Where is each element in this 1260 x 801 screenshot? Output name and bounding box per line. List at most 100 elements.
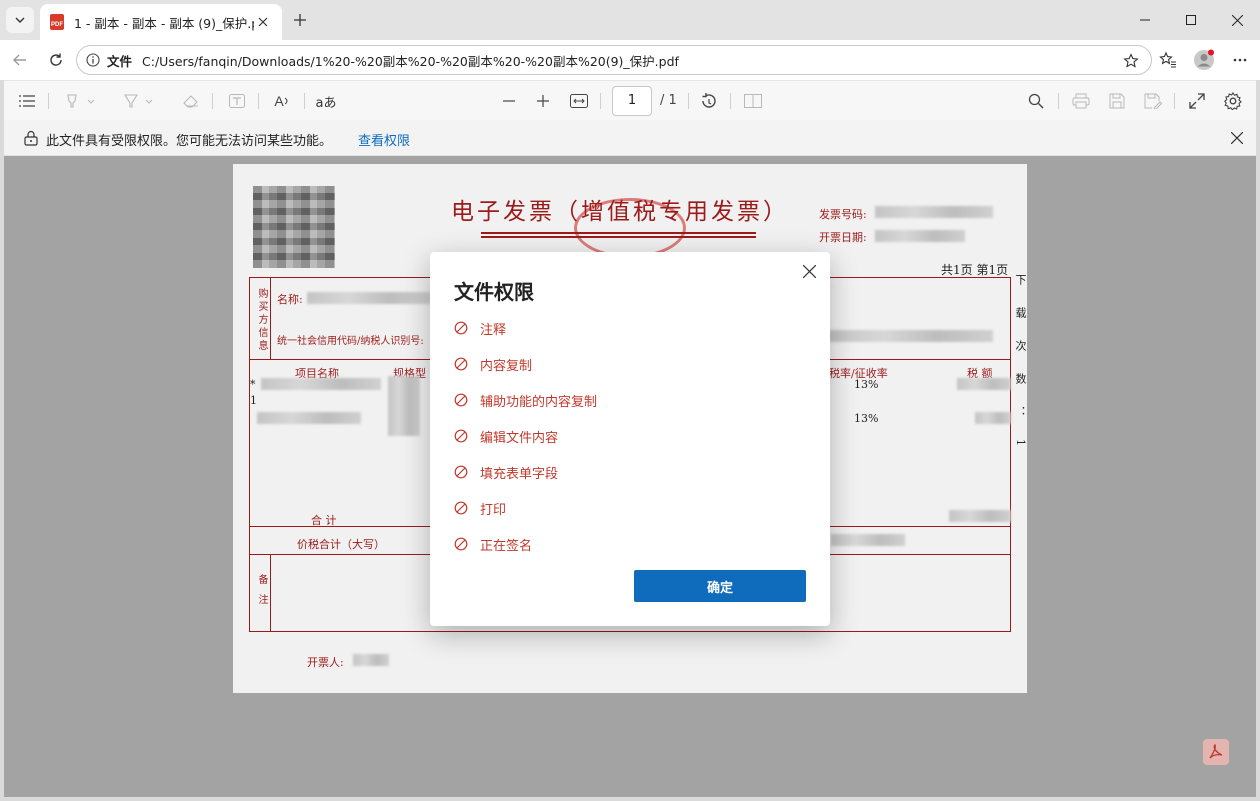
redacted-spec — [388, 376, 420, 436]
close-window-button[interactable] — [1214, 0, 1260, 40]
pdf-file-icon: PDF — [50, 14, 64, 30]
chevron-down-icon — [15, 17, 25, 23]
scheme-label: 文件 — [107, 53, 133, 69]
prohibited-icon — [454, 429, 468, 443]
close-icon — [258, 17, 268, 27]
ok-button[interactable]: 确定 — [634, 570, 806, 602]
page-view-button[interactable] — [742, 89, 764, 113]
redacted-tax-1 — [957, 378, 1011, 390]
printer-icon — [1072, 93, 1090, 109]
issue-date-label: 开票日期: — [819, 231, 867, 244]
download-count-strip: 下载次数：1 — [1014, 274, 1027, 468]
page-total: / 1 — [660, 93, 677, 108]
url-text[interactable]: C:/Users/fanqin/Downloads/1%20-%20副本%20-… — [142, 51, 679, 70]
search-button[interactable] — [1025, 89, 1047, 113]
star-icon — [1123, 53, 1139, 68]
tab-title: 1 - 副本 - 副本 - 副本 (9)_保护.pdf — [74, 15, 254, 31]
draw-button[interactable] — [118, 89, 158, 113]
permission-fill-forms: 填充表单字段 — [454, 462, 558, 482]
highlight-button[interactable] — [60, 89, 100, 113]
translate-button[interactable]: aあ — [314, 89, 338, 113]
more-horizontal-icon — [1233, 58, 1247, 62]
file-permissions-dialog: 文件权限 注释 内容复制 辅助功能的内容复制 编辑文件内容 填充表单字段 打印 … — [430, 252, 830, 626]
item-row-1-rate: 13% — [854, 378, 879, 391]
adobe-pdf-icon[interactable] — [1203, 739, 1229, 765]
new-tab-button[interactable] — [288, 8, 312, 32]
tab-strip: PDF 1 - 副本 - 副本 - 副本 (9)_保护.pdf — [0, 0, 1260, 40]
remarks-label: 备注 — [256, 574, 267, 614]
total-label: 合 计 — [311, 514, 337, 527]
permission-accessibility-copy: 辅助功能的内容复制 — [454, 390, 597, 410]
settings-more-button[interactable] — [1228, 48, 1252, 72]
refresh-button[interactable] — [44, 48, 68, 72]
zoom-in-button[interactable] — [532, 89, 554, 113]
buyer-info-label: 购买方信息 — [256, 288, 267, 353]
refresh-icon — [50, 53, 62, 66]
pdf-settings-button[interactable] — [1222, 89, 1244, 113]
rotate-button[interactable] — [698, 89, 720, 113]
page-number-input[interactable]: 1 — [612, 86, 652, 116]
prohibited-icon — [454, 321, 468, 335]
invoice-number-label: 发票号码: — [819, 208, 867, 221]
prohibited-icon — [454, 537, 468, 551]
tab-actions-menu-button[interactable] — [6, 7, 34, 33]
save-as-button[interactable] — [1142, 89, 1164, 113]
address-bar[interactable]: 文件 C:/Users/fanqin/Downloads/1%20-%20副本%… — [76, 45, 1152, 75]
save-button[interactable] — [1106, 89, 1128, 113]
issuer-label: 开票人: — [307, 656, 344, 669]
highlighter-icon — [67, 94, 95, 108]
favorite-star-button[interactable] — [1121, 51, 1141, 71]
close-icon — [1231, 132, 1243, 144]
permission-copy-content: 内容复制 — [454, 354, 532, 374]
pen-icon — [124, 94, 153, 108]
print-button[interactable] — [1070, 89, 1092, 113]
zoom-out-button[interactable] — [498, 89, 520, 113]
invoice-title: 电子发票（增值税专用发票） — [451, 199, 789, 225]
expand-icon — [1189, 93, 1205, 109]
buyer-tax-id-label: 统一社会信用代码/纳税人识别号: — [277, 336, 424, 347]
navigation-bar: 文件 C:/Users/fanqin/Downloads/1%20-%20副本%… — [0, 40, 1260, 80]
maximize-button[interactable] — [1168, 0, 1214, 40]
avatar-icon — [1194, 49, 1214, 70]
search-icon — [1028, 93, 1044, 109]
site-info-icon[interactable] — [85, 52, 101, 68]
infobar-close-button[interactable] — [1228, 129, 1246, 147]
redacted-tax-2 — [975, 412, 1011, 424]
translate-icon: aあ — [315, 95, 337, 111]
add-text-button[interactable] — [226, 89, 248, 113]
contents-button[interactable] — [16, 89, 38, 113]
plus-icon — [294, 14, 306, 26]
dialog-close-button[interactable] — [798, 260, 820, 282]
dialog-title: 文件权限 — [454, 280, 534, 304]
active-tab[interactable]: PDF 1 - 副本 - 副本 - 副本 (9)_保护.pdf — [40, 4, 282, 40]
two-page-view-icon — [744, 94, 762, 108]
redacted-issuer — [353, 654, 389, 666]
redacted-total-tax — [949, 510, 1011, 522]
back-button[interactable] — [8, 48, 32, 72]
prohibited-icon — [454, 501, 468, 515]
permission-print: 打印 — [454, 498, 506, 518]
minus-icon — [503, 100, 515, 102]
restriction-message: 此文件具有受限权限。您可能无法访问某些功能。 — [46, 134, 333, 149]
redacted-seller-tax-id — [829, 330, 993, 342]
read-aloud-button[interactable]: A — [270, 89, 294, 113]
item-row-1-prefix: * — [250, 378, 256, 391]
erase-button[interactable] — [180, 89, 202, 113]
profile-button[interactable] — [1192, 48, 1216, 72]
minimize-button[interactable] — [1122, 0, 1168, 40]
prohibited-icon — [454, 393, 468, 407]
maximize-icon — [1186, 15, 1196, 25]
lock-icon — [24, 130, 38, 146]
fullscreen-button[interactable] — [1186, 89, 1208, 113]
favorites-button[interactable] — [1156, 48, 1180, 72]
eraser-icon — [183, 95, 198, 108]
favorites-star-icon — [1159, 51, 1176, 68]
qr-code-image — [253, 186, 335, 268]
save-icon — [1109, 93, 1125, 109]
tab-close-button[interactable] — [254, 13, 272, 31]
page-count-text: 共1页 第1页 — [941, 263, 1009, 277]
view-permissions-link[interactable]: 查看权限 — [358, 130, 410, 149]
fit-to-width-button[interactable] — [568, 89, 590, 113]
read-aloud-icon: A — [274, 93, 284, 109]
text-box-icon — [229, 94, 245, 108]
